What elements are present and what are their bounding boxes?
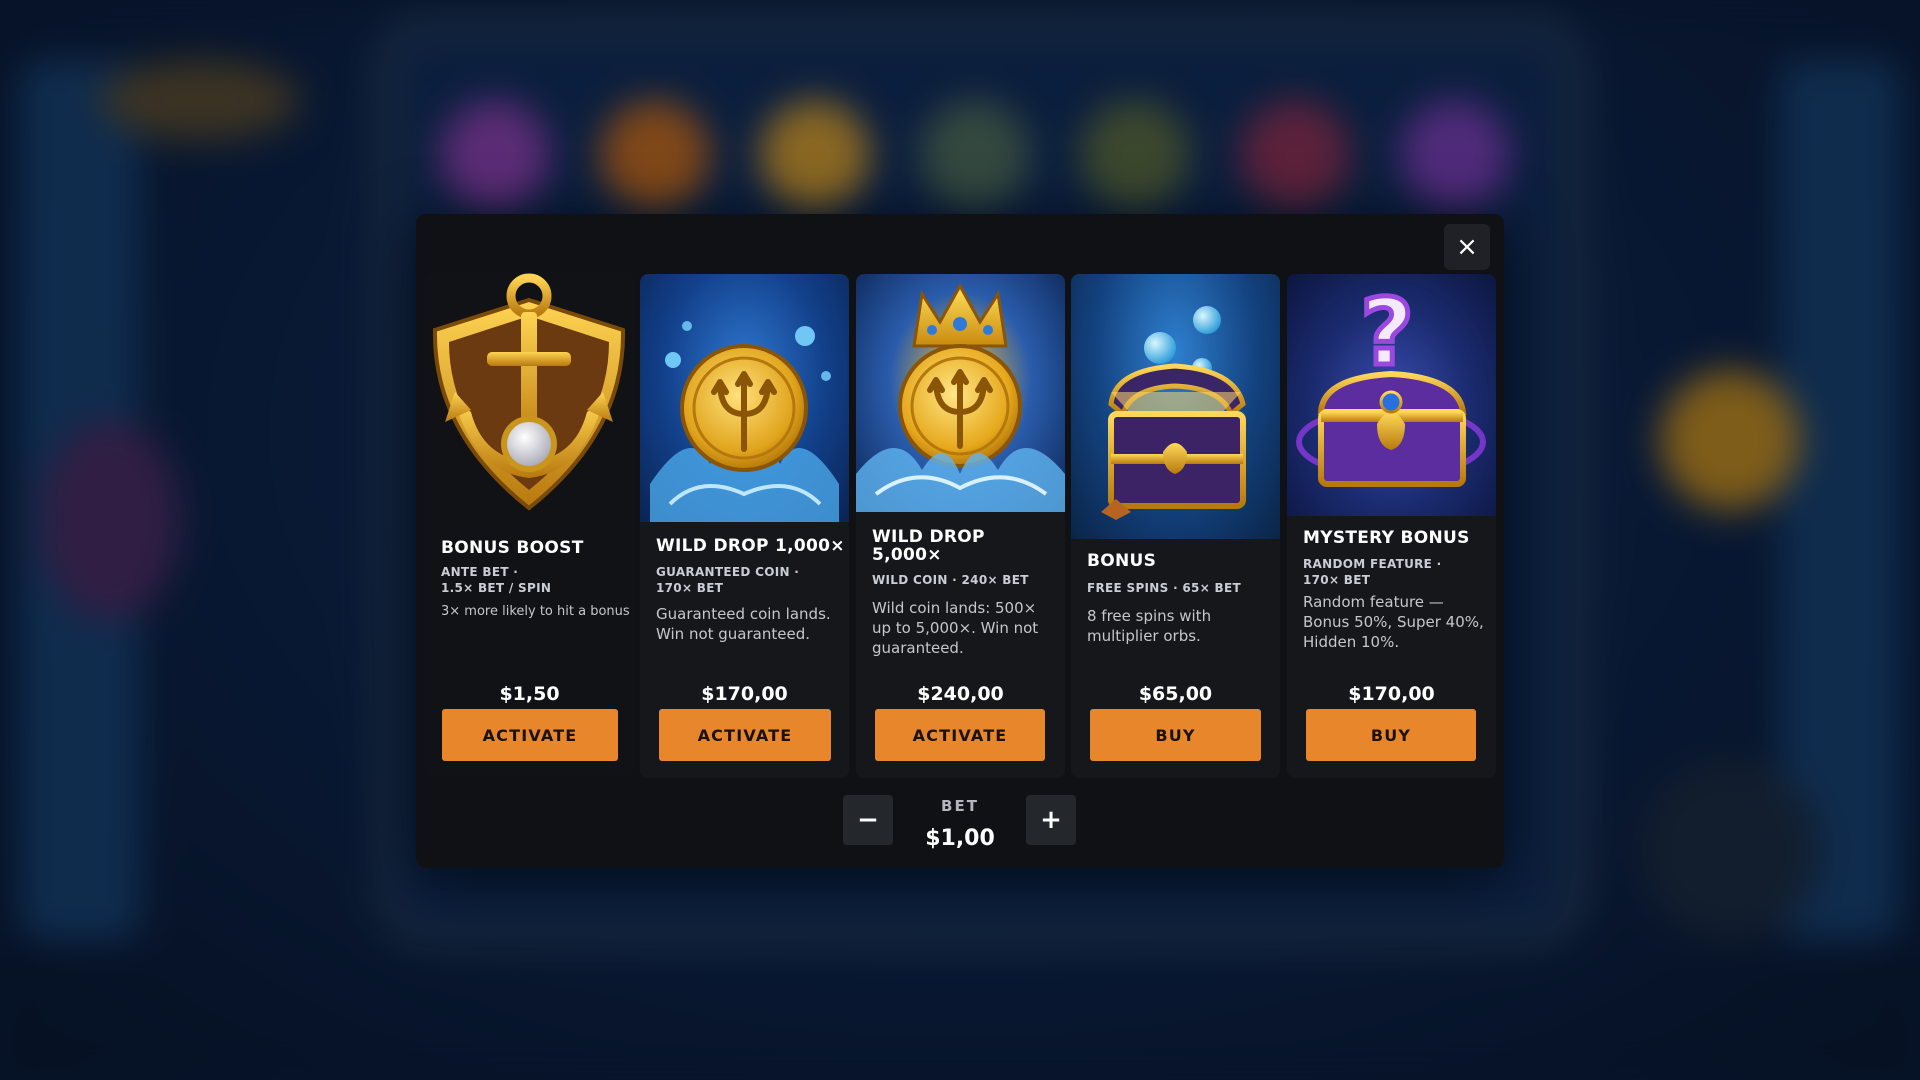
card-description: 3× more likely to hit a bonus <box>441 604 630 619</box>
card-description: 8 free spins with multiplier orbs. <box>1087 607 1212 645</box>
card-title: MYSTERY BONUS <box>1303 528 1470 548</box>
buy-bonus-button[interactable]: BUY <box>1090 709 1261 761</box>
bet-label: BET <box>941 797 979 815</box>
card-subtitle: WILD COIN · 240× BET <box>872 573 1029 587</box>
bonus-card-bonus: BONUS FREE SPINS · 65× BET 8 free spins … <box>1071 274 1280 778</box>
card-title: WILD DROP 5,000× <box>872 527 985 565</box>
bet-increase-button[interactable]: + <box>1026 795 1076 845</box>
bonus-card-bonus-boost: BONUS BOOST ANTE BET · 1.5× BET / SPIN 3… <box>425 272 634 776</box>
bet-decrease-button[interactable]: − <box>843 795 893 845</box>
activate-bonus-boost-button[interactable]: ACTIVATE <box>442 709 618 761</box>
treasure-chest-icon <box>1071 274 1280 539</box>
trident-coin-icon <box>640 274 849 522</box>
bonus-card-wild-drop-5000: WILD DROP 5,000× WILD COIN · 240× BET Wi… <box>856 274 1065 778</box>
card-title: WILD DROP 1,000× <box>656 536 845 556</box>
card-description: Random feature — Bonus 50%, Super 40%, H… <box>1303 593 1484 651</box>
card-title: BONUS <box>1087 551 1157 571</box>
card-subtitle: RANDOM FEATURE · 170× BET <box>1303 557 1442 587</box>
card-price: $170,00 <box>1348 683 1435 705</box>
card-price: $65,00 <box>1138 683 1213 705</box>
card-description: Guaranteed coin lands. Win not guarantee… <box>656 605 831 643</box>
buy-mystery-bonus-button[interactable]: BUY <box>1306 709 1476 761</box>
card-price: $240,00 <box>917 683 1004 705</box>
card-price: $1,50 <box>499 683 560 705</box>
card-title: BONUS BOOST <box>441 538 584 558</box>
anchor-shield-icon <box>425 272 634 512</box>
card-subtitle: GUARANTEED COIN · 170× BET <box>656 565 800 595</box>
crowned-trident-coin-icon <box>856 274 1065 512</box>
card-subtitle: FREE SPINS · 65× BET <box>1087 581 1241 595</box>
svg-text:?: ? <box>1360 279 1413 386</box>
card-price: $170,00 <box>701 683 788 705</box>
bonus-card-wild-drop-1000: WILD DROP 1,000× GUARANTEED COIN · 170× … <box>640 274 849 778</box>
close-button[interactable]: × <box>1444 224 1490 270</box>
activate-wild-drop-1000-button[interactable]: ACTIVATE <box>659 709 831 761</box>
card-description: Wild coin lands: 500× up to 5,000×. Win … <box>872 599 1039 657</box>
bonus-card-mystery-bonus: ? MYSTERY BONUS RANDOM FEATURE · 170× BE… <box>1287 274 1496 778</box>
activate-wild-drop-5000-button[interactable]: ACTIVATE <box>875 709 1045 761</box>
mystery-chest-icon: ? <box>1287 274 1496 516</box>
card-subtitle: ANTE BET · 1.5× BET / SPIN <box>441 565 552 595</box>
bet-value: $1,00 <box>925 826 995 851</box>
